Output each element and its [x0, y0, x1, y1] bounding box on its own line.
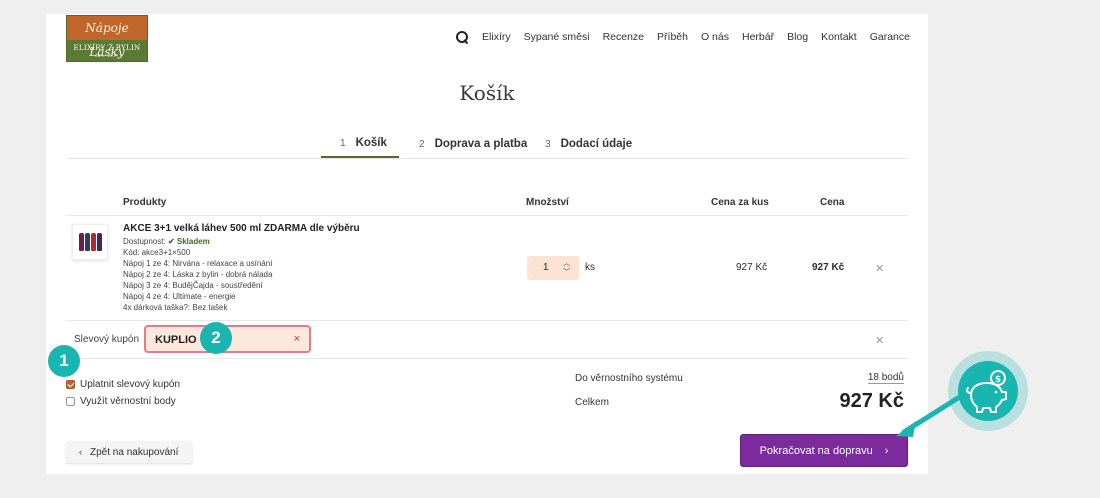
option-line: Nápoj 1 ze 4: Nirvána - relaxace a usíná… [123, 259, 273, 268]
bottle-icon [84, 233, 90, 251]
remove-item-icon[interactable]: ✕ [875, 262, 884, 275]
availability-row: Dostupnost: ✔ Skladem [123, 236, 272, 247]
loyalty-points: 18 bodů [867, 372, 904, 384]
chevron-left-icon: ‹ [79, 447, 82, 457]
step-number: 3 [545, 138, 551, 150]
checkout-steps: 1 Košík 2 Doprava a platba 3 Dodací údaj… [321, 130, 632, 158]
nav-item-herbar[interactable]: Herbář [742, 31, 774, 43]
chevron-up-icon[interactable]: ︿ [563, 260, 570, 267]
step-shipping[interactable]: 2 Doprava a platba [399, 130, 536, 158]
availability-label: Dostupnost: [123, 237, 166, 246]
quantity-unit: ks [585, 262, 595, 273]
total-label: Celkem [575, 397, 609, 408]
col-header-price: Cena [820, 197, 845, 208]
logo-line-2: ELIXÍRY Z BYLIN od r. 2017 [67, 40, 147, 61]
table-divider [66, 320, 908, 321]
nav-item-garance[interactable]: Garance [870, 31, 910, 43]
main-nav: Elixíry Sypané směsi Recenze Příběh O ná… [455, 30, 910, 44]
nav-item-kontakt[interactable]: Kontakt [821, 31, 857, 43]
use-points-checkbox[interactable] [66, 397, 75, 406]
steps-divider [66, 158, 908, 159]
col-header-product: Produkty [123, 197, 167, 208]
step-label: Dodací údaje [560, 138, 633, 150]
back-button-label: Zpět na nakupování [90, 446, 179, 458]
in-stock-status: ✔ Skladem [168, 237, 210, 246]
bottle-icon [90, 233, 96, 251]
clear-coupon-icon[interactable]: × [294, 333, 300, 345]
nav-item-sypane-smesi[interactable]: Sypané směsi [524, 31, 590, 43]
quantity-value[interactable]: 1 [543, 262, 549, 273]
cart-page: Nápoje Lásky ELIXÍRY Z BYLIN od r. 2017 … [46, 14, 928, 474]
option-line: 4x dárková taška?: Bez tašek [123, 303, 228, 312]
apply-coupon-checkbox[interactable] [66, 380, 75, 389]
nav-item-blog[interactable]: Blog [787, 31, 808, 43]
annotation-badge-1: 1 [48, 345, 80, 377]
logo-line-1: Nápoje Lásky [67, 16, 147, 59]
bottle-icon [96, 233, 102, 251]
chevron-down-icon[interactable]: ﹀ [563, 269, 570, 276]
coupon-value[interactable]: KUPLIO [155, 334, 197, 346]
next-button-label: Pokračovat na dopravu [759, 444, 873, 457]
use-points-option[interactable]: Využít věrnostní body [66, 396, 176, 407]
product-thumbnail[interactable] [72, 224, 108, 260]
nav-item-o-nas[interactable]: O nás [701, 31, 729, 43]
nav-item-recenze[interactable]: Recenze [603, 31, 644, 43]
product-details: Dostupnost: ✔ Skladem Kód: akce3+1×500 N… [123, 236, 272, 313]
annotation-badge-2: 2 [200, 322, 232, 354]
table-divider [66, 215, 908, 216]
unit-price: 927 Kč [736, 262, 768, 273]
step-number: 1 [340, 137, 346, 149]
nav-item-pribeh[interactable]: Příběh [657, 31, 688, 43]
col-header-unit-price: Cena za kus [711, 197, 769, 208]
nav-item-elixiry[interactable]: Elixíry [482, 31, 511, 43]
chevron-right-icon: › [884, 444, 889, 457]
loyalty-label: Do věrnostního systému [575, 373, 683, 384]
line-total: 927 Kč [812, 262, 845, 273]
option-line: Nápoj 3 ze 4: BudějČajda - soustředění [123, 281, 263, 290]
continue-to-shipping-button[interactable]: Pokračovat na dopravu › [740, 434, 908, 467]
apply-coupon-label[interactable]: Uplatnit slevový kupón [80, 379, 180, 390]
bottle-icon [78, 233, 84, 251]
piggy-bank-icon: $ [958, 361, 1018, 421]
coupon-label: Slevový kupón [74, 334, 140, 345]
option-line: Nápoj 2 ze 4: Láska z bylin - dobrá nála… [123, 270, 273, 279]
step-number: 2 [419, 138, 425, 150]
product-name[interactable]: AKCE 3+1 velká láhev 500 ml ZDARMA dle v… [123, 223, 360, 234]
product-code: Kód: akce3+1×500 [123, 248, 191, 257]
logo-line-2-text: ELIXÍRY Z BYLIN [73, 44, 141, 52]
remove-coupon-icon[interactable]: ✕ [875, 334, 884, 347]
table-divider [66, 358, 908, 359]
apply-coupon-option[interactable]: Uplatnit slevový kupón [66, 379, 180, 390]
step-label: Košík [355, 137, 387, 149]
svg-text:$: $ [995, 375, 1001, 385]
logo-line-3: od r. 2017 [95, 53, 119, 58]
col-header-qty: Množství [526, 197, 569, 208]
page-title: Košík [459, 81, 515, 105]
step-cart[interactable]: 1 Košík [321, 130, 399, 158]
use-points-label[interactable]: Využít věrnostní body [80, 396, 176, 407]
quantity-stepper[interactable]: 1 ︿ ﹀ [527, 256, 579, 280]
step-label: Doprava a platba [434, 138, 528, 150]
check-icon: ✔ [167, 237, 175, 246]
search-icon[interactable] [455, 30, 469, 44]
option-line: Nápoj 4 ze 4: Ultimate - energie [123, 292, 236, 301]
back-to-shopping-button[interactable]: ‹ Zpět na nakupování [66, 441, 192, 463]
step-delivery-details[interactable]: 3 Dodací údaje [536, 130, 632, 158]
availability-value: Skladem [176, 237, 210, 246]
brand-logo[interactable]: Nápoje Lásky ELIXÍRY Z BYLIN od r. 2017 [66, 15, 148, 62]
